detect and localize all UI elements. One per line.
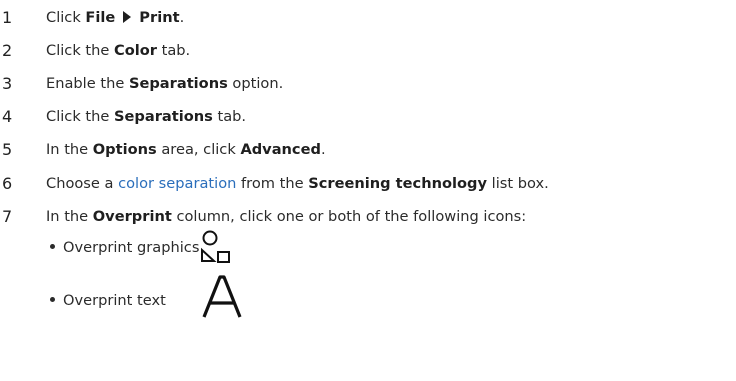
step-1: 1 Click File Print. [0, 6, 736, 30]
bullet-overprint-graphics: Overprint graphics [50, 239, 199, 256]
step-number: 6 [2, 174, 13, 193]
step-text: Click the Color tab. [46, 42, 191, 59]
step-text: In the Options area, click Advanced. [46, 141, 326, 158]
color-separation-link[interactable]: color separation [118, 175, 236, 192]
step-text: Choose a color separation from the Scree… [46, 175, 549, 192]
step-3: 3 Enable the Separations option. [0, 72, 736, 96]
step-text: Enable the Separations option. [46, 75, 284, 92]
bullet-dot [50, 244, 55, 249]
step-5: 5 In the Options area, click Advanced. [0, 138, 736, 162]
menu-file: File [85, 9, 116, 26]
step-number: 2 [2, 41, 13, 60]
menu-arrow-icon [123, 11, 132, 23]
overprint-text-icon [202, 275, 242, 318]
overprint-graphics-icon [201, 230, 230, 263]
step-text: Click File Print. [46, 9, 185, 26]
step-number: 3 [2, 74, 13, 93]
bullet-overprint-text: Overprint text [50, 292, 166, 309]
step-number: 4 [2, 107, 13, 126]
step-text: In the Overprint column, click one or bo… [46, 208, 527, 225]
step-number: 5 [2, 140, 13, 159]
step-7: 7 In the Overprint column, click one or … [0, 205, 736, 229]
step-6: 6 Choose a color separation from the Scr… [0, 172, 736, 196]
step-4: 4 Click the Separations tab. [0, 105, 736, 129]
bullet-label: Overprint graphics [63, 239, 200, 256]
bullet-label: Overprint text [63, 292, 166, 309]
step-text: Click the Separations tab. [46, 108, 247, 125]
step-2: 2 Click the Color tab. [0, 39, 736, 63]
step-number: 7 [2, 207, 13, 226]
bullet-dot [50, 297, 55, 302]
menu-print: Print [139, 9, 180, 26]
step-number: 1 [2, 8, 13, 27]
